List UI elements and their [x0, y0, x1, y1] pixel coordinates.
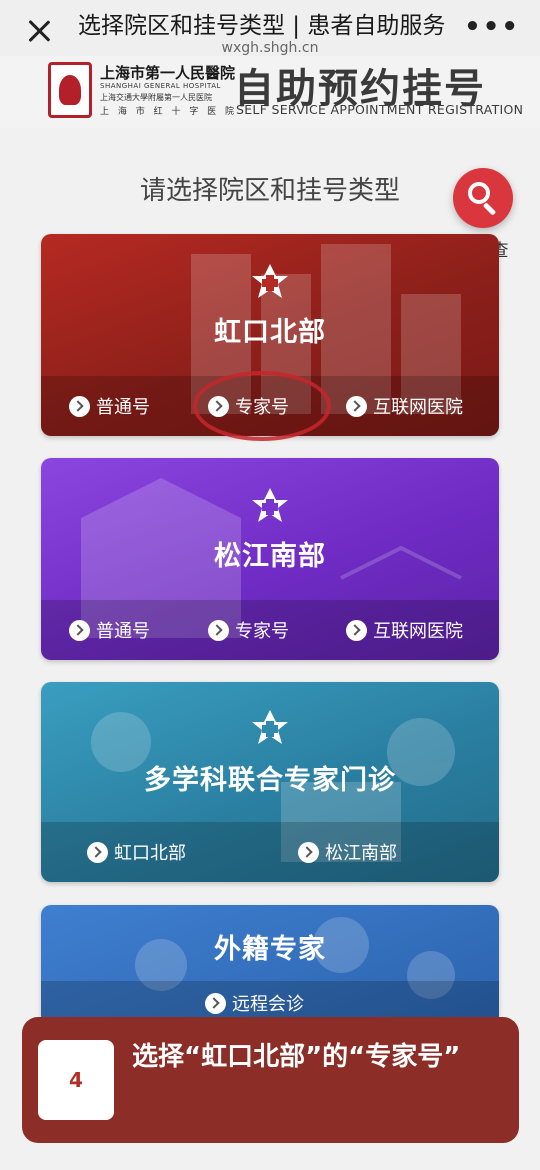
foreign-expert-card: 外籍专家 远程会诊 — [41, 905, 499, 1025]
search-icon — [468, 182, 490, 204]
chevron-right-icon — [346, 395, 367, 417]
mdt-clinic-card: 多学科联合专家门诊 虹口北部 松江南部 — [41, 682, 499, 882]
option-expert[interactable]: 专家号 — [208, 600, 289, 660]
hospital-emblem-icon — [252, 488, 288, 522]
domain-label: wxgh.shgh.cn — [221, 40, 319, 56]
chevron-right-icon — [69, 395, 90, 417]
instruction-overlay: 4 选择“虹口北部”的“专家号” — [22, 1017, 519, 1143]
campus-title: 松江南部 — [214, 541, 326, 572]
chevron-right-icon — [69, 619, 90, 641]
foreign-expert-title: 外籍专家 — [214, 934, 326, 965]
app-subtitle: SELF SERVICE APPOINTMENT REGISTRATION — [236, 102, 524, 117]
option-internet-hospital[interactable]: 互联网医院 — [346, 600, 463, 660]
chevron-right-icon — [205, 992, 226, 1014]
hospital-red-cross: 上 海 市 红 十 字 医 院 — [100, 107, 238, 117]
hospital-emblem-icon — [252, 710, 288, 744]
option-regular[interactable]: 普通号 — [69, 600, 150, 660]
campus-card-songjiang: 松江南部 普通号 专家号 互联网医院 — [41, 458, 499, 660]
options-bar: 普通号 专家号 互联网医院 — [41, 600, 499, 660]
hospital-header: 上海市第一人民醫院 SHANGHAI GENERAL HOSPITAL 上海交通… — [0, 56, 540, 128]
more-icon[interactable]: ••• — [464, 14, 520, 40]
hospital-name-en: SHANGHAI GENERAL HOSPITAL — [100, 82, 221, 90]
option-internet-hospital[interactable]: 互联网医院 — [346, 376, 463, 436]
page-title: 选择院区和挂号类型 | 患者自助服务 — [78, 13, 446, 39]
hospital-affiliation: 上海交通大學附屬第一人民医院 — [100, 93, 212, 102]
hospital-logo-icon — [48, 62, 92, 118]
hospital-emblem-icon — [252, 264, 288, 298]
instruction-text: 选择“虹口北部”的“专家号” — [132, 1042, 461, 1072]
clinic-title: 多学科联合专家门诊 — [144, 765, 396, 796]
options-bar: 虹口北部 松江南部 — [41, 822, 499, 882]
option-hongkou[interactable]: 虹口北部 — [87, 822, 186, 882]
hospital-name: 上海市第一人民醫院 — [100, 64, 236, 82]
chevron-right-icon — [208, 619, 229, 641]
option-regular[interactable]: 普通号 — [69, 376, 150, 436]
step-number-badge: 4 — [38, 1040, 114, 1120]
tap-highlight-circle — [193, 371, 331, 441]
option-songjiang[interactable]: 松江南部 — [298, 822, 397, 882]
campus-title: 虹口北部 — [214, 317, 326, 348]
search-button[interactable] — [453, 168, 513, 228]
chevron-right-icon — [87, 841, 108, 863]
chevron-right-icon — [298, 841, 319, 863]
chevron-right-icon — [346, 619, 367, 641]
